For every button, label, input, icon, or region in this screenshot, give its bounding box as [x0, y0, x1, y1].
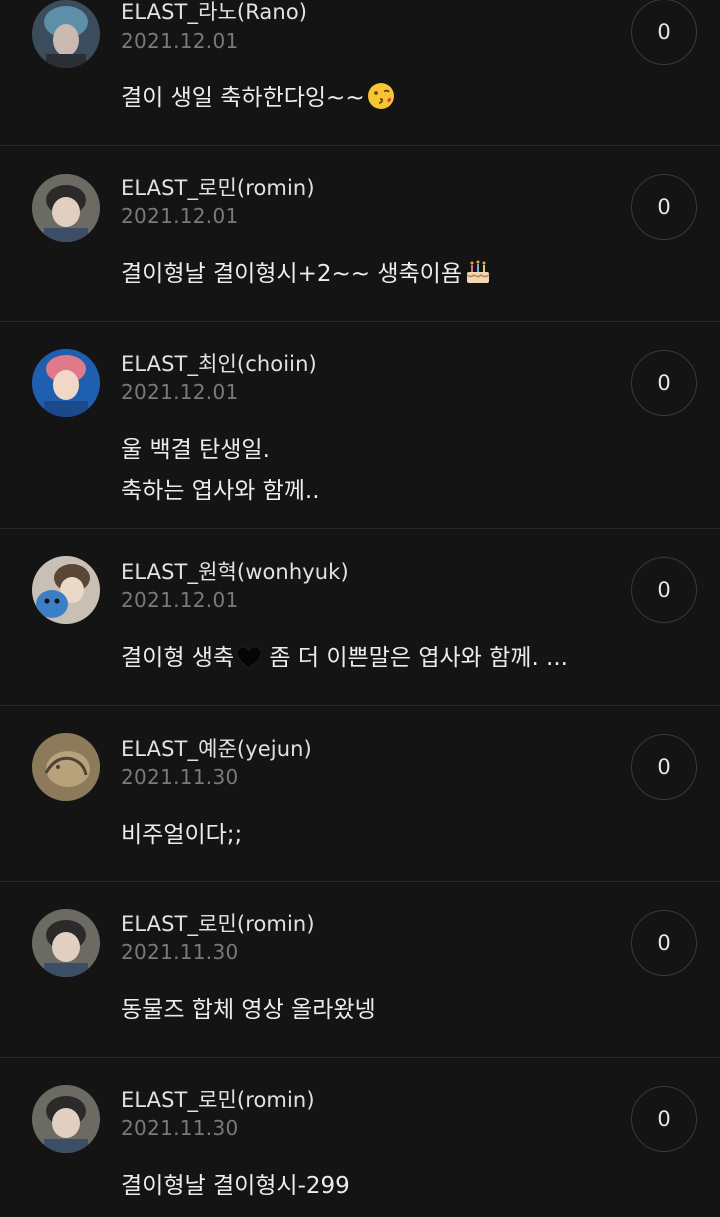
kiss-face-icon [367, 82, 395, 124]
like-button[interactable]: 0 [631, 174, 697, 240]
comment-text-line: 결이형 생축 좀 더 이쁜말은 엽사와 함께. ... [121, 638, 568, 684]
comment-date: 2021.11.30 [121, 1116, 239, 1140]
comment-text-line: 비주얼이다;; [121, 822, 243, 848]
avatar-image [32, 174, 100, 242]
comment-username: ELAST_최인(choiin) [121, 352, 317, 376]
avatar[interactable] [32, 556, 100, 624]
comment-body: 비주얼이다;; [121, 815, 242, 856]
comment-username: ELAST_라노(Rano) [121, 0, 308, 24]
comment-text-line: 동물즈 합체 영상 올라왔넹 [121, 997, 376, 1023]
comment-username: ELAST_원혁(wonhyuk) [121, 560, 349, 584]
avatar[interactable] [32, 0, 100, 68]
comment-item: ELAST_로민(romin) 2021.12.01 결이형날 결이형시+2~~… [0, 145, 720, 322]
comment-text-line: 결이 생일 축하한다잉~~ [121, 85, 365, 111]
comment-item: ELAST_라노(Rano) 2021.12.01 결이 생일 축하한다잉~~ … [0, 0, 720, 146]
comment-body: 결이형날 결이형시+2~~ 생축이욤 [121, 254, 492, 300]
birthday-cake-icon [464, 258, 492, 300]
like-button[interactable]: 0 [631, 910, 697, 976]
comment-text-line: 울 백결 탄생일. [121, 437, 270, 463]
comment-username: ELAST_로민(romin) [121, 176, 315, 200]
comment-item: ELAST_최인(choiin) 2021.12.01 울 백결 탄생일. 축하… [0, 321, 720, 529]
comment-username: ELAST_로민(romin) [121, 912, 315, 936]
comment-body: 동물즈 합체 영상 올라왔넹 [121, 990, 376, 1031]
like-button[interactable]: 0 [631, 0, 697, 65]
avatar[interactable] [32, 909, 100, 977]
comment-item: ELAST_로민(romin) 2021.11.30 동물즈 합체 영상 올라왔… [0, 881, 720, 1058]
like-button[interactable]: 0 [631, 350, 697, 416]
avatar-image [32, 556, 100, 624]
avatar[interactable] [32, 1085, 100, 1153]
comment-item: ELAST_원혁(wonhyuk) 2021.12.01 결이형 생축 좀 더 … [0, 528, 720, 706]
comment-body: 결이 생일 축하한다잉~~ [121, 78, 395, 124]
avatar[interactable] [32, 349, 100, 417]
like-button[interactable]: 0 [631, 557, 697, 623]
comment-date: 2021.11.30 [121, 765, 239, 789]
comment-date: 2021.12.01 [121, 588, 239, 612]
avatar-image [32, 1085, 100, 1153]
like-button[interactable]: 0 [631, 1086, 697, 1152]
comment-body: 울 백결 탄생일. 축하는 엽사와 함께.. [121, 430, 320, 512]
comment-text-line: 축하는 엽사와 함께.. [121, 478, 320, 504]
comment-item: ELAST_로민(romin) 2021.11.30 결이형날 결이형시-299… [0, 1057, 720, 1217]
comment-text-line: 결이형날 결이형시+2~~ 생축이욤 [121, 261, 462, 287]
comment-item: ELAST_예준(yejun) 2021.11.30 비주얼이다;; 0 [0, 705, 720, 882]
avatar-image [32, 909, 100, 977]
comment-username: ELAST_로민(romin) [121, 1088, 315, 1112]
comment-date: 2021.12.01 [121, 204, 239, 228]
like-button[interactable]: 0 [631, 734, 697, 800]
comment-body: 결이형날 결이형시-299 [121, 1166, 350, 1207]
black-heart-icon [236, 643, 262, 684]
comment-date: 2021.12.01 [121, 29, 239, 53]
comment-text-line: 결이형날 결이형시-299 [121, 1173, 350, 1199]
avatar[interactable] [32, 174, 100, 242]
avatar-image [32, 349, 100, 417]
avatar-image [32, 733, 100, 801]
comment-username: ELAST_예준(yejun) [121, 737, 312, 761]
comment-date: 2021.12.01 [121, 380, 239, 404]
avatar[interactable] [32, 733, 100, 801]
comment-date: 2021.11.30 [121, 940, 239, 964]
comment-body: 결이형 생축 좀 더 이쁜말은 엽사와 함께. ... [121, 638, 568, 684]
avatar-image [32, 0, 100, 68]
